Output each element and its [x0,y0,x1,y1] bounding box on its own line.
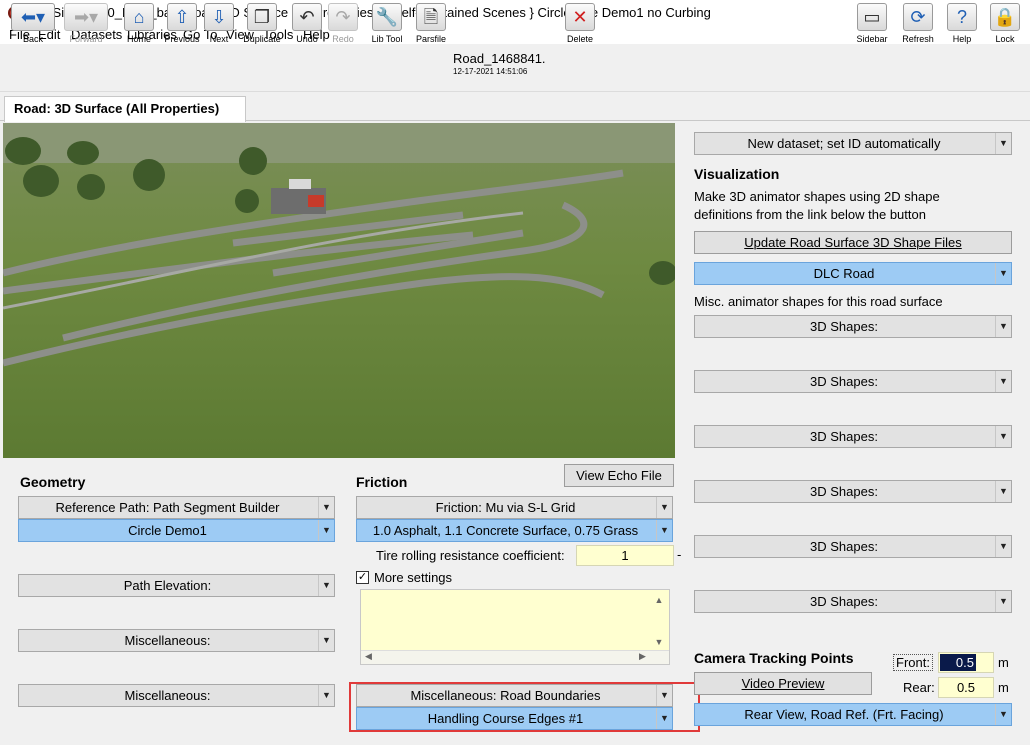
duplicate-icon: ❐ [247,3,277,31]
previous-button[interactable]: ⇧ Previous [162,3,202,47]
settings-textarea[interactable]: ▲ ▼ ◀ ▶ [360,589,670,665]
video-preview-button[interactable]: Video Preview [694,672,872,695]
chevron-down-icon: ▼ [318,575,334,596]
rear-label: Rear: [903,680,935,695]
scroll-left-icon[interactable]: ◀ [365,651,372,662]
wrench-icon: 🔧 [372,3,402,31]
back-arrow-icon: ⬅▾ [11,3,55,31]
rear-unit: m [998,680,1009,695]
3d-shapes-dropdown-4[interactable]: 3D Shapes: ▼ [694,480,1012,503]
3d-shapes-dropdown-2[interactable]: 3D Shapes: ▼ [694,370,1012,393]
dlc-road-dropdown[interactable]: DLC Road ▼ [694,262,1012,285]
lib-tool-button[interactable]: 🔧 Lib Tool [367,3,407,47]
horizontal-scrollbar[interactable]: ◀ ▶ [361,650,669,664]
scroll-up-icon[interactable]: ▲ [651,592,667,608]
camera-tracking-header: Camera Tracking Points [694,650,854,666]
undo-button[interactable]: ↶ Undo [287,3,327,47]
chevron-down-icon: ▼ [995,316,1011,337]
back-button[interactable]: ⬅▾ Back [9,3,57,47]
3d-shapes-dropdown-3[interactable]: 3D Shapes: ▼ [694,425,1012,448]
update-road-surface-button[interactable]: Update Road Surface 3D Shape Files [694,231,1012,254]
front-value-selected[interactable]: 0.5 [940,654,976,671]
lock-icon: 🔒 [990,3,1020,31]
duplicate-button[interactable]: ❐ Duplicate [242,3,282,47]
chevron-down-icon: ▼ [656,497,672,518]
delete-x-icon: ✕ [565,3,595,31]
more-settings-label: More settings [374,570,453,585]
miscellaneous-dropdown-2[interactable]: Miscellaneous: ▼ [18,684,335,707]
scroll-down-icon[interactable]: ▼ [651,634,667,650]
reference-path-dropdown[interactable]: Reference Path: Path Segment Builder ▼ [18,496,335,519]
friction-mu-dropdown[interactable]: Friction: Mu via S-L Grid ▼ [356,496,673,519]
chevron-down-icon: ▼ [318,685,334,706]
geometry-header: Geometry [20,474,86,490]
next-button[interactable]: ⇩ Next [199,3,239,47]
sidebar-button[interactable]: ▭ Sidebar [852,3,892,47]
dataset-name: Road_1468841. [453,51,546,66]
highlight-box [349,682,700,732]
home-button[interactable]: ⌂ Home [119,3,159,47]
forward-button[interactable]: ➡▾ Forward [62,3,110,47]
dataset-timestamp: 12-17-2021 14:51:06 [453,67,528,76]
front-value-field[interactable]: 0.5 [938,652,994,673]
3d-shapes-dropdown-6[interactable]: 3D Shapes: ▼ [694,590,1012,613]
delete-button[interactable]: ✕ Delete [560,3,600,47]
front-unit: m [998,655,1009,670]
chevron-down-icon: ▼ [318,497,334,518]
friction-surface-dropdown[interactable]: 1.0 Asphalt, 1.1 Concrete Surface, 0.75 … [356,519,673,542]
parsfile-button[interactable]: 🗎 Parsfile [411,3,451,47]
road-3d-preview [3,123,675,458]
visualization-text-2: definitions from the link below the butt… [694,207,926,222]
path-elevation-dropdown[interactable]: Path Elevation: ▼ [18,574,335,597]
down-arrow-icon: ⇩ [204,3,234,31]
help-icon: ? [947,3,977,31]
chevron-down-icon: ▼ [995,704,1011,725]
friction-header: Friction [356,474,408,490]
tire-rolling-resistance-label: Tire rolling resistance coefficient: [376,548,565,563]
redo-icon: ↷ [328,3,358,31]
lock-button[interactable]: 🔒 Lock [985,3,1025,47]
forward-arrow-icon: ➡▾ [64,3,108,31]
chevron-down-icon: ▼ [995,591,1011,612]
up-arrow-icon: ⇧ [167,3,197,31]
chevron-down-icon: ▼ [995,536,1011,557]
chevron-down-icon: ▼ [318,630,334,651]
home-icon: ⌂ [124,3,154,31]
3d-shapes-dropdown-5[interactable]: 3D Shapes: ▼ [694,535,1012,558]
scroll-right-icon[interactable]: ▶ [639,651,646,662]
rear-value-field[interactable]: 0.5 [938,677,994,698]
tire-unit-dash: - [677,547,682,562]
road-scene-image [3,123,675,458]
chevron-down-icon: ▼ [995,426,1011,447]
chevron-down-icon: ▼ [995,133,1011,154]
chevron-down-icon: ▼ [995,371,1011,392]
help-button[interactable]: ? Help [942,3,982,47]
sidebar-icon: ▭ [857,3,887,31]
undo-icon: ↶ [292,3,322,31]
reference-path-value-dropdown[interactable]: Circle Demo1 ▼ [18,519,335,542]
misc-shapes-text: Misc. animator shapes for this road surf… [694,294,943,309]
view-echo-file-button[interactable]: View Echo File [564,464,674,487]
document-icon: 🗎 [416,3,446,31]
chevron-down-icon: ▼ [995,481,1011,502]
chevron-down-icon: ▼ [656,520,672,541]
tab-road-3d-surface[interactable]: Road: 3D Surface (All Properties) [4,96,246,122]
refresh-icon: ⟳ [903,3,933,31]
refresh-button[interactable]: ⟳ Refresh [898,3,938,47]
chevron-down-icon: ▼ [318,520,334,541]
visualization-header: Visualization [694,166,780,182]
front-label: Front: [893,654,933,671]
camera-view-dropdown[interactable]: Rear View, Road Ref. (Frt. Facing) ▼ [694,703,1012,726]
tire-rolling-resistance-input[interactable]: 1 [576,545,674,566]
more-settings-checkbox[interactable]: ✓ [356,571,369,584]
chevron-down-icon: ▼ [995,263,1011,284]
miscellaneous-dropdown-1[interactable]: Miscellaneous: ▼ [18,629,335,652]
new-dataset-dropdown[interactable]: New dataset; set ID automatically ▼ [694,132,1012,155]
visualization-text-1: Make 3D animator shapes using 2D shape [694,189,940,204]
3d-shapes-dropdown-1[interactable]: 3D Shapes: ▼ [694,315,1012,338]
redo-button[interactable]: ↷ Redo [323,3,363,47]
